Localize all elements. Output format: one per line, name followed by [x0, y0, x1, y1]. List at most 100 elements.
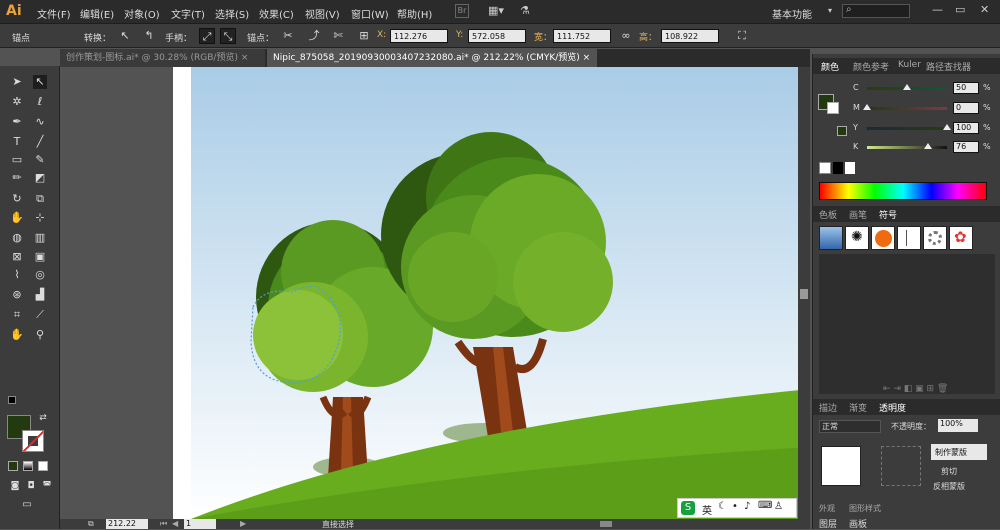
rectangle-tool-icon[interactable]: ▭	[10, 153, 24, 167]
magenta-slider[interactable]: M 0 %	[853, 102, 999, 116]
tab-pathfinder[interactable]: 路径查找器	[926, 60, 971, 73]
ime-toolbar[interactable]: S 英 ☾ • ♪ ⌨ ♙	[677, 498, 797, 518]
invert-mask-checkbox[interactable]: 反相蒙版	[933, 481, 965, 492]
menu-file[interactable]: 文件(F)	[37, 6, 71, 21]
color-mode-icon[interactable]	[8, 461, 18, 471]
pen-tool-icon[interactable]: ✒	[10, 115, 24, 129]
tab-color-guide[interactable]: 颜色参考	[853, 60, 889, 73]
stroke-swatch[interactable]	[22, 430, 44, 452]
tab-layers[interactable]: 图层	[819, 517, 837, 530]
black-thumb[interactable]	[923, 143, 932, 149]
cut-path-icon[interactable]: ✄	[330, 28, 346, 44]
last-color-swatch[interactable]	[837, 126, 847, 136]
arrange-documents-icon[interactable]: ▦▾	[488, 4, 510, 18]
magenta-field[interactable]: 0	[953, 102, 979, 114]
shape-builder-tool-icon[interactable]: ◍	[10, 231, 24, 245]
menu-view[interactable]: 视图(V)	[305, 6, 340, 21]
horizontal-scrollbar[interactable]	[600, 521, 612, 527]
cyan-thumb[interactable]	[903, 84, 911, 90]
perspective-tool-icon[interactable]: ▥	[33, 231, 47, 245]
workspace-switcher[interactable]: 基本功能	[772, 6, 812, 21]
align-to-icon[interactable]: ⊞	[356, 28, 372, 44]
blend-mode-select[interactable]: 正常	[819, 420, 881, 433]
hand-tool-icon[interactable]: ✋	[10, 328, 24, 342]
rotate-tool-icon[interactable]: ↻	[10, 192, 24, 206]
symbol-actions[interactable]: ⇤ ⇥ ◧ ▣ ⊞ 🗑	[883, 384, 948, 394]
search-input[interactable]	[842, 4, 910, 18]
warp-tool-icon[interactable]: ✋	[10, 211, 24, 225]
black-swatch[interactable]	[833, 162, 843, 174]
mask-thumbnail[interactable]	[821, 446, 861, 486]
graph-tool-icon[interactable]: ▟	[33, 288, 47, 302]
lasso-tool-icon[interactable]: ℓ	[33, 95, 47, 109]
black-track[interactable]	[867, 143, 947, 149]
tab-symbols[interactable]: 符号	[879, 208, 897, 221]
direct-selection-tool-icon[interactable]: ↖	[33, 75, 47, 89]
mask-placeholder[interactable]	[881, 446, 921, 486]
symbol-2[interactable]: ✺	[845, 226, 869, 250]
tab-appearance[interactable]: 外观	[819, 503, 835, 514]
magenta-track[interactable]	[863, 104, 947, 110]
page-field[interactable]: 1	[184, 519, 216, 529]
zoom-field[interactable]: 212.22	[106, 519, 148, 529]
convert-smooth-icon[interactable]: ↰	[141, 28, 157, 44]
menu-select[interactable]: 选择(S)	[215, 6, 249, 21]
x-field[interactable]: 112.276	[390, 29, 448, 43]
mesh-tool-icon[interactable]: ⊠	[10, 250, 24, 264]
minimize-button[interactable]: —	[932, 3, 943, 16]
voice-icon[interactable]: ♪	[744, 501, 750, 512]
tab-gradient[interactable]: 渐变	[849, 401, 867, 414]
artboard-tool-icon[interactable]: ⌗	[10, 308, 24, 322]
symbol-3[interactable]	[871, 226, 895, 250]
symbol-4[interactable]	[897, 226, 921, 250]
none-mode-icon[interactable]	[38, 461, 48, 471]
gradient-mode-icon[interactable]	[23, 461, 33, 471]
draw-inside-icon[interactable]: ◚	[40, 479, 54, 493]
gradient-tool-icon[interactable]: ▣	[33, 250, 47, 264]
hide-handles-icon[interactable]: ⤡	[220, 28, 236, 44]
cyan-slider[interactable]: C 50 %	[853, 82, 999, 96]
link-icon[interactable]: ∞	[618, 28, 634, 44]
moon-icon[interactable]: ☾	[718, 501, 727, 512]
close-icon[interactable]: ×	[583, 53, 591, 63]
default-colors-icon[interactable]	[8, 396, 16, 404]
transform-icon[interactable]: ⛶	[734, 28, 750, 44]
convert-corner-icon[interactable]: ↖	[117, 28, 133, 44]
tab-graphic-styles[interactable]: 图形样式	[849, 503, 881, 514]
tab-transparency[interactable]: 透明度	[879, 401, 906, 414]
vertical-scrollbar[interactable]	[798, 67, 810, 519]
swap-icon[interactable]: ⇄	[36, 411, 50, 425]
black-field[interactable]: 76	[953, 141, 979, 153]
canvas-area[interactable]: S 英 ☾ • ♪ ⌨ ♙	[60, 67, 810, 519]
selection-tool-icon[interactable]: ➤	[10, 75, 24, 89]
cyan-field[interactable]: 50	[953, 82, 979, 94]
close-button[interactable]: ✕	[980, 3, 989, 16]
prev-page-icon[interactable]: ◀	[172, 519, 178, 528]
menu-object[interactable]: 对象(O)	[124, 6, 160, 21]
first-page-icon[interactable]: ⏮	[160, 519, 167, 529]
eraser-tool-icon[interactable]: ◩	[33, 171, 47, 185]
curvature-tool-icon[interactable]: ∿	[33, 115, 47, 129]
symbol-sprayer-tool-icon[interactable]: ⊛	[10, 288, 24, 302]
gpu-performance-icon[interactable]: ⚗	[520, 4, 534, 18]
symbol-6[interactable]: ✿	[949, 226, 973, 250]
width-field[interactable]: 111.752	[553, 29, 611, 43]
yellow-thumb[interactable]	[943, 124, 951, 130]
screen-mode-icon[interactable]: ▭	[20, 498, 34, 512]
keyboard-icon[interactable]: ⌨	[758, 500, 772, 511]
connect-anchor-icon[interactable]: ⤴	[306, 28, 322, 44]
clip-checkbox[interactable]: 剪切	[941, 466, 957, 477]
symbol-1[interactable]	[819, 226, 843, 250]
bridge-button[interactable]: Br	[455, 4, 469, 18]
menu-effect[interactable]: 效果(C)	[259, 6, 294, 21]
eyedropper-tool-icon[interactable]: ⌇	[10, 268, 24, 282]
panel-stroke-swatch[interactable]	[827, 102, 839, 114]
tab-color[interactable]: 颜色	[821, 60, 839, 73]
menu-type[interactable]: 文字(T)	[171, 6, 205, 21]
tab-brushes[interactable]: 画笔	[849, 208, 867, 221]
opacity-field[interactable]: 100%	[938, 419, 978, 432]
draw-normal-icon[interactable]: ◙	[8, 479, 22, 493]
height-field[interactable]: 108.922	[661, 29, 719, 43]
line-tool-icon[interactable]: ╱	[33, 135, 47, 149]
close-icon[interactable]: ×	[241, 53, 249, 63]
